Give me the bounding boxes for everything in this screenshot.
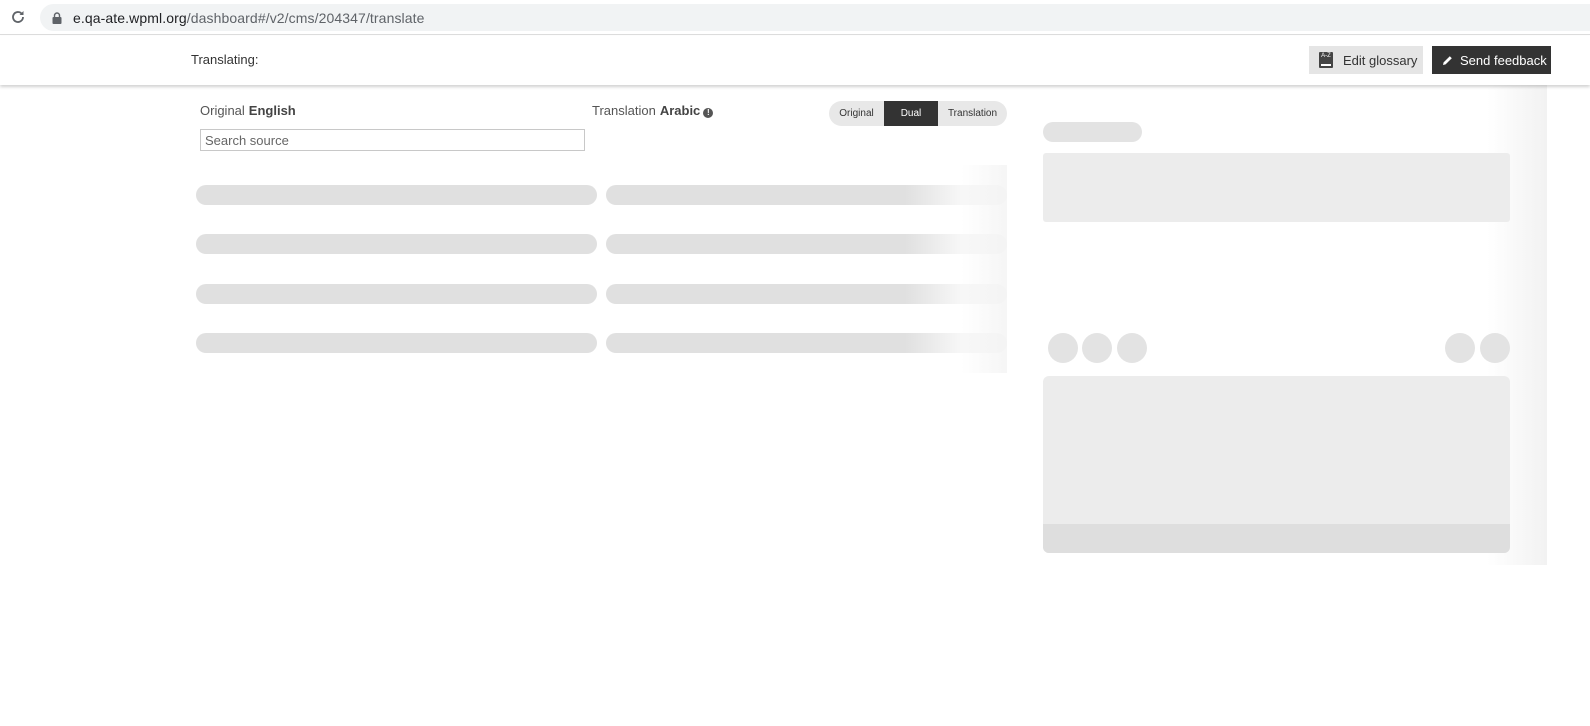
panel-editor-placeholder — [1043, 376, 1510, 553]
panel-action-placeholder — [1082, 333, 1112, 363]
translation-language: Arabic — [659, 103, 701, 118]
glossary-book-icon: A-Z — [1319, 52, 1333, 68]
original-language: English — [248, 103, 296, 118]
url-host: e.qa-ate.wpml.org — [73, 9, 187, 26]
send-feedback-button[interactable]: Send feedback — [1432, 46, 1551, 74]
view-mode-translation[interactable]: Translation — [938, 101, 1007, 126]
panel-editor-footer-placeholder — [1043, 524, 1510, 553]
pencil-icon — [1442, 55, 1453, 66]
browser-address-bar: e.qa-ate.wpml.org/dashboard#/v2/cms/2043… — [0, 0, 1590, 35]
source-row-placeholder — [196, 234, 597, 254]
app-header: Translating: A-Z Edit glossary Send feed… — [0, 36, 1590, 85]
original-label: Original — [200, 103, 245, 118]
info-icon[interactable]: ! — [703, 108, 714, 118]
panel-action-placeholder — [1048, 333, 1078, 363]
original-language-label: Original English — [200, 103, 296, 118]
translating-label: Translating: — [191, 52, 259, 67]
url-text: e.qa-ate.wpml.org/dashboard#/v2/cms/2043… — [73, 10, 425, 26]
view-mode-toggle: Original Dual Translation — [829, 101, 1007, 126]
panel-content-placeholder — [1043, 153, 1510, 222]
panel-title-placeholder — [1043, 122, 1142, 142]
source-row-placeholder — [196, 284, 597, 304]
url-path: /dashboard#/v2/cms/204347/translate — [186, 9, 425, 26]
rows-fade-overlay — [905, 165, 1007, 373]
lock-icon — [52, 11, 62, 24]
source-row-placeholder — [196, 333, 597, 353]
send-feedback-label: Send feedback — [1460, 52, 1547, 68]
view-mode-original[interactable]: Original — [829, 101, 884, 126]
search-source-input[interactable] — [200, 129, 585, 151]
edit-glossary-label: Edit glossary — [1343, 52, 1418, 68]
translation-label: Translation — [592, 103, 656, 118]
reload-icon[interactable] — [8, 7, 28, 27]
source-row-placeholder — [196, 185, 597, 205]
panel-action-placeholder — [1480, 333, 1510, 363]
panel-action-placeholder — [1445, 333, 1475, 363]
view-mode-dual[interactable]: Dual — [884, 101, 938, 126]
edit-glossary-button[interactable]: A-Z Edit glossary — [1309, 46, 1423, 74]
panel-action-placeholder — [1117, 333, 1147, 363]
url-field[interactable]: e.qa-ate.wpml.org/dashboard#/v2/cms/2043… — [40, 4, 1590, 31]
translation-language-label: Translation Arabic! — [592, 103, 714, 118]
